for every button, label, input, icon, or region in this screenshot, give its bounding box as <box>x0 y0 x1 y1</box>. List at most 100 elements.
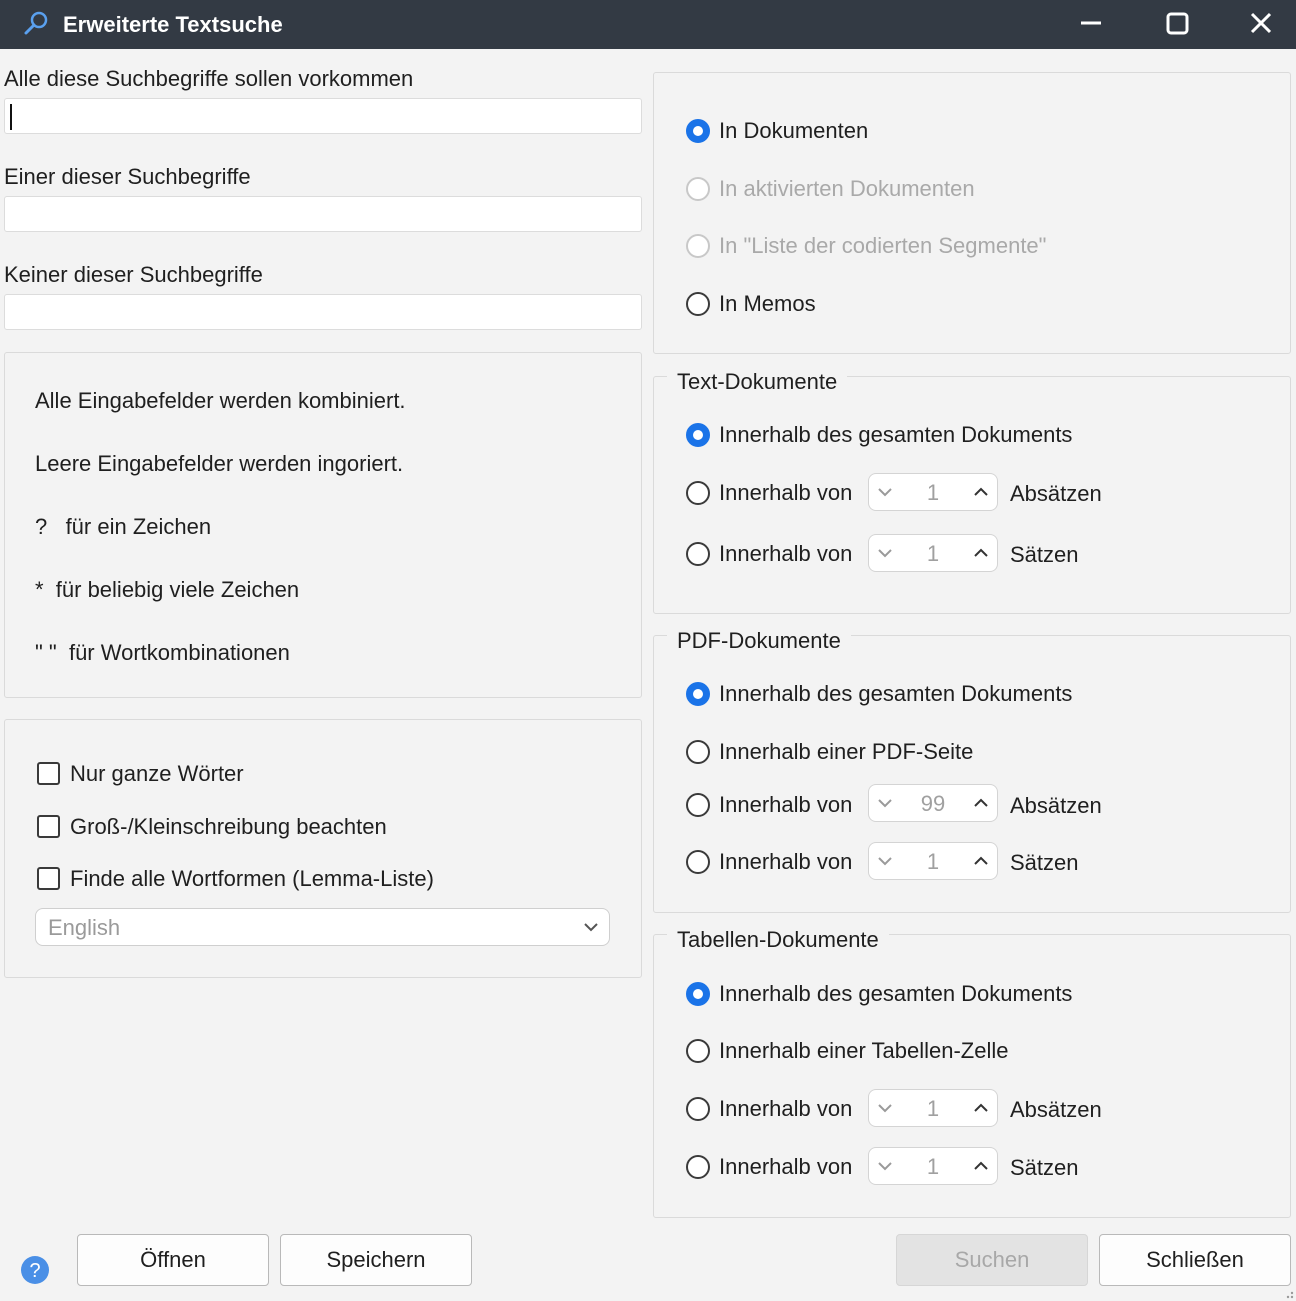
table-paragraphs-unit: Absätzen <box>1010 1097 1102 1122</box>
chevron-down-icon[interactable] <box>877 1159 893 1173</box>
text-within-paragraphs-label: Innerhalb von <box>719 480 853 505</box>
chevron-up-icon[interactable] <box>973 796 989 810</box>
hint-single-char: ? für ein Zeichen <box>35 514 212 539</box>
table-paragraphs-value: 1 <box>926 1096 940 1121</box>
table-docs-title: Tabellen-Dokumente <box>667 927 889 953</box>
text-within-sentences-radio[interactable] <box>686 542 710 566</box>
text-within-paragraphs-radio[interactable] <box>686 481 710 505</box>
hint-combined: Alle Eingabefelder werden kombiniert. <box>35 388 406 413</box>
none-terms-input[interactable] <box>4 294 642 330</box>
pdf-page-label: Innerhalb einer PDF-Seite <box>719 739 974 764</box>
close-button[interactable]: Schließen <box>1099 1234 1291 1286</box>
table-sentences-stepper[interactable]: 1 <box>868 1147 998 1185</box>
chevron-down-icon[interactable] <box>877 485 893 499</box>
case-sensitive-label: Groß-/Kleinschreibung beachten <box>70 814 387 839</box>
table-sentences-unit: Sätzen <box>1010 1155 1079 1180</box>
text-sentences-stepper[interactable]: 1 <box>868 534 998 572</box>
pdf-docs-title: PDF-Dokumente <box>667 628 851 654</box>
lemma-label: Finde alle Wortformen (Lemma-Liste) <box>70 866 434 891</box>
window-title: Erweiterte Textsuche <box>63 12 283 37</box>
language-value: English <box>48 915 121 940</box>
chevron-up-icon[interactable] <box>973 1159 989 1173</box>
chevron-down-icon[interactable] <box>877 796 893 810</box>
help-glyph: ? <box>29 1260 40 1282</box>
pdf-within-sentences-radio[interactable] <box>686 850 710 874</box>
all-terms-input[interactable] <box>4 98 642 134</box>
pdf-paragraphs-value: 99 <box>920 791 946 816</box>
chevron-down-icon <box>584 923 598 932</box>
minimize-icon <box>1081 21 1101 25</box>
pdf-within-paragraphs-radio[interactable] <box>686 793 710 817</box>
scope-in-memos-radio[interactable] <box>686 292 710 316</box>
all-terms-label: Alle diese Suchbegriffe sollen vorkommen <box>4 66 414 91</box>
hint-many-chars: * für beliebig viele Zeichen <box>35 577 300 602</box>
pdf-sentences-value: 1 <box>926 849 940 874</box>
text-sentences-value: 1 <box>926 541 940 566</box>
scope-in-documents-label: In Dokumenten <box>719 118 869 143</box>
chevron-down-icon[interactable] <box>877 546 893 560</box>
table-within-paragraphs-label: Innerhalb von <box>719 1096 853 1121</box>
chevron-up-icon[interactable] <box>973 485 989 499</box>
pdf-sentences-stepper[interactable]: 1 <box>868 842 998 880</box>
table-within-sentences-label: Innerhalb von <box>719 1154 853 1179</box>
text-caret <box>10 104 12 130</box>
none-terms-label: Keiner dieser Suchbegriffe <box>4 262 263 287</box>
help-icon[interactable]: ? <box>20 1255 50 1285</box>
pdf-within-sentences-label: Innerhalb von <box>719 849 853 874</box>
title-bar: Erweiterte Textsuche <box>0 0 1296 49</box>
pdf-page-radio[interactable] <box>686 740 710 764</box>
scope-in-coded-segments-radio[interactable] <box>686 234 710 258</box>
maximize-button[interactable] <box>1147 0 1207 49</box>
pdf-paragraphs-stepper[interactable]: 99 <box>868 784 998 822</box>
scope-in-coded-segments-label: In "Liste der codierten Segmente" <box>719 233 1047 258</box>
hint-ignored: Leere Eingabefelder werden ingoriert. <box>35 451 404 476</box>
text-paragraphs-unit: Absätzen <box>1010 481 1102 506</box>
table-cell-radio[interactable] <box>686 1039 710 1063</box>
hint-word-combo: " " für Wortkombinationen <box>35 640 290 665</box>
pdf-whole-doc-radio[interactable] <box>686 682 710 706</box>
minimize-button[interactable] <box>1061 0 1121 49</box>
search-icon <box>24 11 48 35</box>
any-terms-label: Einer dieser Suchbegriffe <box>4 164 251 189</box>
language-select[interactable]: English <box>35 908 610 946</box>
scope-in-documents-radio[interactable] <box>686 119 710 143</box>
text-paragraphs-stepper[interactable]: 1 <box>868 473 998 511</box>
chevron-up-icon[interactable] <box>973 1101 989 1115</box>
text-within-sentences-label: Innerhalb von <box>719 541 853 566</box>
search-button[interactable]: Suchen <box>896 1234 1088 1286</box>
table-sentences-value: 1 <box>926 1154 940 1179</box>
open-button[interactable]: Öffnen <box>77 1234 269 1286</box>
table-whole-doc-radio[interactable] <box>686 982 710 1006</box>
scope-in-memos-label: In Memos <box>719 291 816 316</box>
table-within-paragraphs-radio[interactable] <box>686 1097 710 1121</box>
text-paragraphs-value: 1 <box>926 480 940 505</box>
whole-words-checkbox[interactable] <box>37 762 60 785</box>
scope-in-activated-label: In aktivierten Dokumenten <box>719 176 975 201</box>
table-cell-label: Innerhalb einer Tabellen-Zelle <box>719 1038 1009 1063</box>
save-button[interactable]: Speichern <box>280 1234 472 1286</box>
resize-grip-icon[interactable] <box>1282 1287 1294 1299</box>
text-whole-doc-radio[interactable] <box>686 423 710 447</box>
scope-in-activated-radio[interactable] <box>686 177 710 201</box>
any-terms-input[interactable] <box>4 196 642 232</box>
chevron-up-icon[interactable] <box>973 854 989 868</box>
pdf-sentences-unit: Sätzen <box>1010 850 1079 875</box>
case-sensitive-checkbox[interactable] <box>37 815 60 838</box>
text-sentences-unit: Sätzen <box>1010 542 1079 567</box>
close-icon <box>1250 12 1272 34</box>
table-whole-doc-label: Innerhalb des gesamten Dokuments <box>719 981 1073 1006</box>
pdf-within-paragraphs-label: Innerhalb von <box>719 792 853 817</box>
chevron-up-icon[interactable] <box>973 546 989 560</box>
text-docs-title: Text-Dokumente <box>667 369 848 395</box>
chevron-down-icon[interactable] <box>877 1101 893 1115</box>
table-within-sentences-radio[interactable] <box>686 1155 710 1179</box>
chevron-down-icon[interactable] <box>877 854 893 868</box>
whole-words-label: Nur ganze Wörter <box>70 761 244 786</box>
maximize-icon <box>1166 12 1189 35</box>
text-whole-doc-label: Innerhalb des gesamten Dokuments <box>719 422 1073 447</box>
table-paragraphs-stepper[interactable]: 1 <box>868 1089 998 1127</box>
pdf-whole-doc-label: Innerhalb des gesamten Dokuments <box>719 681 1073 706</box>
close-window-button[interactable] <box>1231 0 1291 49</box>
lemma-checkbox[interactable] <box>37 867 60 890</box>
pdf-paragraphs-unit: Absätzen <box>1010 793 1102 818</box>
